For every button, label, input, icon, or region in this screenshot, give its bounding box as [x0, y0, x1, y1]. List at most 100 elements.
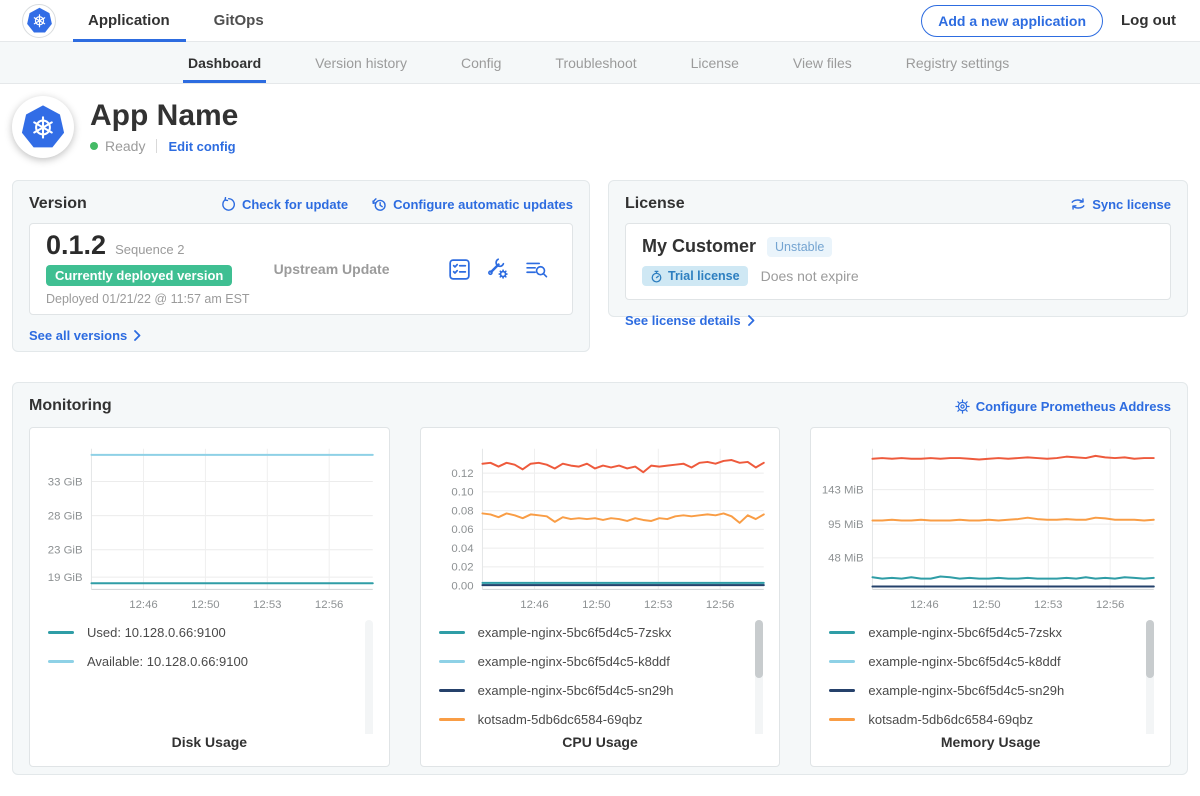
version-number-row: 0.1.2 Sequence 2	[46, 232, 250, 259]
legend-label: example-nginx-5bc6f5d4c5-k8ddf	[478, 655, 670, 668]
check-for-update-link[interactable]: Check for update	[221, 197, 348, 212]
license-expiry: Does not expire	[761, 268, 859, 284]
legend-label: example-nginx-5bc6f5d4c5-sn29h	[478, 684, 674, 697]
status-badge: Ready	[105, 138, 145, 154]
page-title: App Name	[90, 100, 238, 132]
legend-color-icon	[48, 631, 74, 634]
svg-text:12:56: 12:56	[706, 599, 734, 611]
tab-view-files[interactable]: View files	[793, 42, 852, 83]
legend-color-icon	[829, 660, 855, 663]
sequence-label: Sequence 2	[115, 242, 184, 257]
kubernetes-wheel-icon	[20, 104, 66, 150]
legend-color-icon	[829, 689, 855, 692]
update-type-label: Upstream Update	[274, 261, 390, 277]
svg-text:95 MiB: 95 MiB	[828, 519, 863, 531]
legend-color-icon	[439, 631, 465, 634]
chart-title: Memory Usage	[817, 734, 1164, 756]
legend-color-icon	[829, 718, 855, 721]
legend-item: example-nginx-5bc6f5d4c5-7zskx	[439, 626, 764, 639]
legend-item: Used: 10.128.0.66:9100	[48, 626, 373, 639]
chevron-right-icon	[134, 330, 141, 341]
version-card-header: Version Check for update	[29, 195, 573, 213]
svg-text:0.02: 0.02	[451, 562, 473, 574]
configure-prometheus-link[interactable]: Configure Prometheus Address	[955, 399, 1171, 414]
license-card-links: Sync license	[1070, 197, 1171, 212]
legend-color-icon	[48, 660, 74, 663]
legend-label: example-nginx-5bc6f5d4c5-7zskx	[868, 626, 1062, 639]
tab-version-history[interactable]: Version history	[315, 42, 407, 83]
legend-color-icon	[439, 689, 465, 692]
version-card-title: Version	[29, 195, 87, 213]
tab-troubleshoot[interactable]: Troubleshoot	[555, 42, 636, 83]
edit-config-link[interactable]: Edit config	[168, 139, 235, 154]
version-action-icons	[449, 258, 548, 280]
disk-usage-legend: Used: 10.128.0.66:9100 Available: 10.128.…	[48, 618, 373, 734]
see-all-versions-label: See all versions	[29, 328, 127, 343]
legend-scrollbar-thumb[interactable]	[1146, 620, 1154, 678]
legend-item: kotsadm-5db6dc6584-69qbz	[829, 713, 1154, 726]
legend-scrollbar-thumb[interactable]	[755, 620, 763, 678]
legend-label: kotsadm-5db6dc6584-69qbz	[478, 713, 643, 726]
config-button[interactable]	[487, 258, 509, 280]
kubernetes-wheel-icon	[26, 7, 53, 34]
legend-label: kotsadm-5db6dc6584-69qbz	[868, 713, 1033, 726]
legend-item: example-nginx-5bc6f5d4c5-sn29h	[439, 684, 764, 697]
divider	[156, 139, 157, 153]
view-diff-button[interactable]	[526, 260, 548, 279]
svg-text:12:46: 12:46	[129, 599, 157, 611]
sync-license-link[interactable]: Sync license	[1070, 197, 1171, 212]
svg-text:48 MiB: 48 MiB	[828, 553, 863, 565]
legend-label: Available: 10.128.0.66:9100	[87, 655, 248, 668]
svg-text:12:53: 12:53	[1034, 599, 1062, 611]
tab-dashboard[interactable]: Dashboard	[188, 42, 261, 83]
kubernetes-logo[interactable]	[22, 4, 56, 38]
legend-label: example-nginx-5bc6f5d4c5-sn29h	[868, 684, 1064, 697]
svg-text:0.06: 0.06	[451, 524, 473, 536]
svg-text:0.04: 0.04	[451, 543, 473, 555]
app-sub-navigation: Dashboard Version history Config Trouble…	[0, 42, 1200, 84]
disk-usage-panel: 19 GiB23 GiB28 GiB33 GiB12:4612:5012:531…	[29, 427, 390, 767]
legend-label: example-nginx-5bc6f5d4c5-k8ddf	[868, 655, 1060, 668]
see-license-details-label: See license details	[625, 313, 741, 328]
kots-admin-console: Application GitOps Add a new application…	[0, 0, 1200, 796]
tab-gitops[interactable]: GitOps	[212, 0, 266, 42]
license-card-header: License Sync license	[625, 195, 1171, 213]
license-card: License Sync license	[608, 180, 1188, 317]
trial-license-label: Trial license	[668, 269, 740, 283]
release-notes-button[interactable]	[449, 259, 470, 280]
legend-item: kotsadm-5db6dc6584-69qbz	[439, 713, 764, 726]
tab-application[interactable]: Application	[86, 0, 172, 42]
license-card-title: License	[625, 195, 685, 213]
top-navigation: Application GitOps	[86, 0, 306, 42]
configure-automatic-updates-link[interactable]: Configure automatic updates	[372, 197, 573, 212]
tab-registry-settings[interactable]: Registry settings	[906, 42, 1009, 83]
legend-scrollbar-track	[755, 620, 763, 734]
top-bar-actions: Add a new application Log out	[921, 5, 1176, 37]
status-dot-icon	[90, 142, 98, 150]
see-all-versions-link[interactable]: See all versions	[29, 328, 141, 343]
current-version-panel: 0.1.2 Sequence 2 Currently deployed vers…	[29, 223, 573, 315]
see-license-details-link[interactable]: See license details	[625, 313, 755, 328]
svg-text:12:56: 12:56	[315, 599, 343, 611]
tab-config[interactable]: Config	[461, 42, 501, 83]
tab-license[interactable]: License	[691, 42, 739, 83]
customer-name: My Customer	[642, 236, 756, 257]
tab-gitops-label: GitOps	[214, 12, 264, 29]
legend-item: example-nginx-5bc6f5d4c5-k8ddf	[829, 655, 1154, 668]
memory-usage-panel: 48 MiB95 MiB143 MiB12:4612:5012:5312:56 …	[810, 427, 1171, 767]
svg-text:12:46: 12:46	[520, 599, 548, 611]
checklist-icon	[449, 259, 470, 280]
svg-text:0.10: 0.10	[451, 487, 473, 499]
svg-text:12:50: 12:50	[973, 599, 1001, 611]
svg-text:12:50: 12:50	[191, 599, 219, 611]
license-type-row: Trial license Does not expire	[642, 266, 1154, 286]
add-new-application-button[interactable]: Add a new application	[921, 5, 1103, 37]
legend-item: example-nginx-5bc6f5d4c5-sn29h	[829, 684, 1154, 697]
app-header: App Name Ready Edit config	[0, 84, 1200, 170]
svg-text:12:53: 12:53	[253, 599, 281, 611]
log-out-link[interactable]: Log out	[1121, 12, 1176, 29]
cpu-usage-legend: example-nginx-5bc6f5d4c5-7zskx example-ng…	[439, 618, 764, 734]
log-search-icon	[526, 260, 548, 279]
disk-usage-chart: 19 GiB23 GiB28 GiB33 GiB12:4612:5012:531…	[36, 438, 383, 616]
legend-item: example-nginx-5bc6f5d4c5-k8ddf	[439, 655, 764, 668]
